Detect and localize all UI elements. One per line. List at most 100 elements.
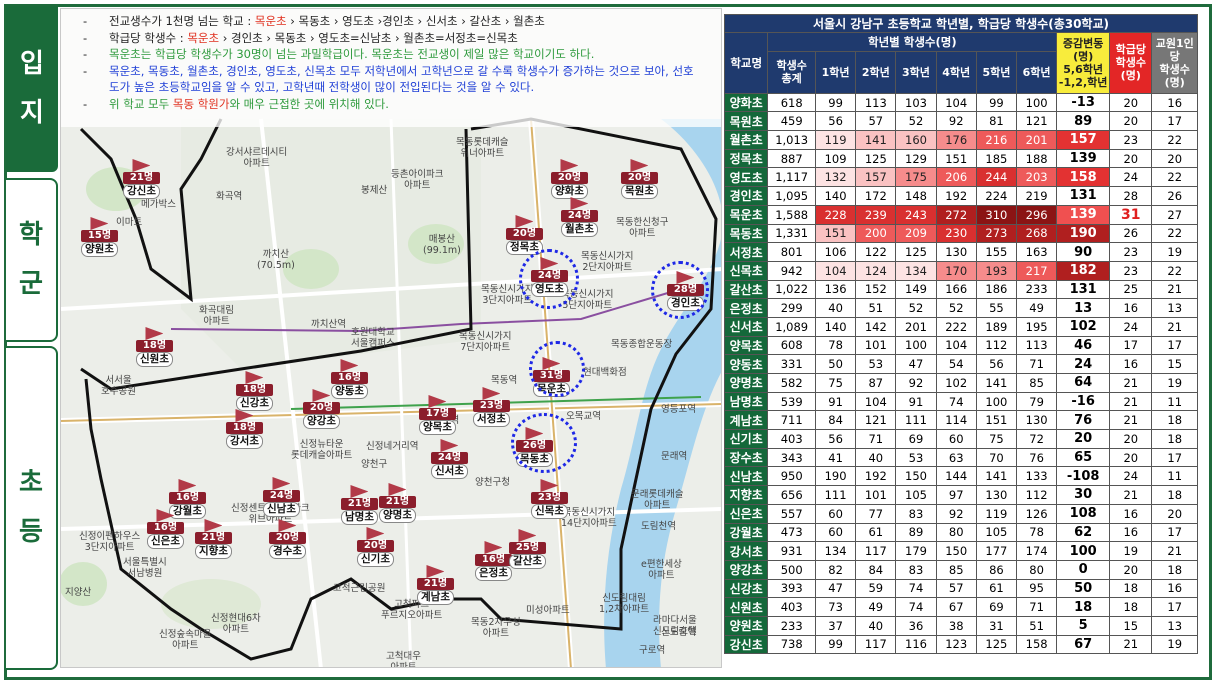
grade-cell: 142 [855, 316, 897, 337]
grade-cell: 57 [855, 111, 897, 132]
grade-cell: 217 [1015, 260, 1058, 281]
school-marker[interactable]: 16명 은정초 [475, 541, 512, 581]
grade-cell: 56 [975, 354, 1018, 374]
school-marker[interactable]: 20명 양화초 [551, 159, 588, 199]
grade-cell: 125 [855, 148, 897, 169]
school-marker[interactable]: 24명 신서초 [431, 439, 468, 479]
school-name-cell: 신남초 [723, 466, 769, 487]
district-map[interactable]: - 전교생수가 1천명 넘는 학교 : 목운초 › 목동초 › 영도초 ›경인초 … [60, 8, 722, 668]
grade-cell: 47 [895, 354, 937, 374]
grade-cell: 75 [975, 429, 1018, 449]
tab-school-district[interactable]: 학군 [6, 178, 58, 342]
grade-cell: 122 [855, 242, 897, 262]
school-name-cell: 목원초 [723, 111, 769, 132]
school-marker[interactable]: 18명 강서초 [226, 409, 263, 449]
grade-cell: 113 [855, 92, 897, 113]
school-marker[interactable]: 23명 서정초 [473, 387, 510, 427]
tab-elementary[interactable]: 초등 [6, 346, 58, 670]
school-class-size: 16명 [331, 372, 368, 384]
school-marker[interactable]: 17명 양목초 [419, 395, 456, 435]
per-teacher-cell: 22 [1151, 167, 1198, 188]
total-cell: 393 [767, 578, 816, 599]
school-marker[interactable]: 23명 신목초 [531, 479, 568, 519]
grade-cell: 73 [814, 597, 857, 617]
grade-cell: 85 [1015, 373, 1058, 393]
total-cell: 1,331 [767, 223, 816, 244]
grade-cell: 86 [975, 559, 1018, 580]
school-marker[interactable]: 21명 계남초 [417, 565, 454, 605]
school-marker[interactable]: 24명 월촌초 [561, 197, 598, 237]
school-marker[interactable]: 21명 지향초 [195, 519, 232, 559]
grade-cell: 71 [1015, 597, 1058, 617]
grade-cell: 61 [975, 578, 1018, 599]
per-class-cell: 31 [1109, 204, 1153, 225]
school-name-cell: 강신초 [723, 634, 769, 655]
school-marker[interactable]: 25명 갈산초 [509, 529, 546, 569]
map-place-label: 신정숲속마을 아파트 [159, 629, 212, 651]
total-cell: 1,117 [767, 167, 816, 188]
grade-cell: 151 [975, 410, 1018, 431]
map-place-label: 목동한신청구 아파트 [616, 217, 669, 239]
grade-cell: 40 [855, 447, 897, 468]
school-marker[interactable]: 21명 강신초 [123, 159, 160, 199]
grade-cell: 100 [975, 391, 1018, 412]
total-cell: 1,095 [767, 186, 816, 206]
tab-location[interactable]: 입지 [6, 6, 58, 172]
school-marker[interactable]: 18명 신원초 [136, 327, 173, 367]
school-name: 남명초 [341, 510, 378, 525]
school-marker[interactable]: 18명 신강초 [236, 371, 273, 411]
grade-cell: 52 [935, 298, 977, 318]
tab-char: 지 [20, 98, 44, 128]
grade-cell: 192 [855, 466, 897, 487]
school-marker[interactable]: 21명 남명초 [341, 485, 378, 525]
total-cell: 539 [767, 391, 816, 412]
school-marker[interactable]: 20명 목원초 [621, 159, 658, 199]
per-class-cell: 20 [1109, 92, 1153, 113]
grade-cell: 59 [855, 578, 897, 599]
school-marker[interactable]: 24명 신남초 [263, 477, 300, 517]
per-class-cell: 16 [1109, 503, 1153, 524]
per-teacher-cell: 21 [1151, 541, 1198, 561]
grade-cell: 57 [935, 578, 977, 599]
grade-cell: 56 [814, 111, 857, 132]
school-marker[interactable]: 20명 경수초 [269, 519, 306, 559]
total-cell: 582 [767, 373, 816, 393]
per-teacher-cell: 17 [1151, 597, 1198, 617]
school-marker[interactable]: 21명 양명초 [379, 483, 416, 523]
tab-char: 초 [19, 467, 43, 498]
per-teacher-cell: 26 [1151, 186, 1198, 206]
grade-cell: 174 [1015, 541, 1058, 561]
table-row: 강신초 738 99 117 116 123 125 158 67 21 19 [723, 634, 1198, 655]
school-flag-icon [482, 387, 501, 400]
total-cell: 950 [767, 466, 816, 487]
grade-cell: 222 [935, 316, 977, 337]
school-name-cell: 갈산초 [723, 279, 769, 300]
school-class-size: 24명 [561, 210, 598, 222]
per-class-cell: 25 [1109, 279, 1153, 300]
school-marker[interactable]: 20명 신기초 [357, 527, 394, 567]
per-class-cell: 24 [1109, 316, 1153, 337]
grade-cell: 134 [895, 260, 937, 281]
header-grade: 1학년 [814, 50, 857, 94]
school-class-size: 18명 [136, 340, 173, 352]
school-marker[interactable]: 20명 정목초 [506, 215, 543, 255]
grade-cell: 185 [975, 148, 1018, 169]
school-name-cell: 장수초 [723, 447, 769, 468]
school-marker[interactable]: 16명 신은초 [147, 509, 184, 549]
school-class-size: 20명 [303, 402, 340, 414]
school-flag-icon [350, 485, 369, 498]
grade-cell: 203 [1015, 167, 1058, 188]
grade-cell: 157 [855, 167, 897, 188]
variation-cell: 64 [1056, 373, 1111, 393]
school-marker[interactable]: 16명 양동초 [331, 359, 368, 399]
table-row: 신강초 393 47 59 74 57 61 95 50 18 16 [723, 578, 1198, 599]
map-place-label: 봉제산 [361, 185, 388, 196]
grade-cell: 206 [935, 167, 977, 188]
grade-cell: 119 [814, 130, 857, 150]
school-marker[interactable]: 15명 양원초 [81, 217, 118, 257]
note-line: 도가 높은 초등학교임을 알 수 있고, 고학년때 전학생이 많이 전입된다는 … [83, 79, 715, 96]
map-place-label: 목동신시가지 2단지아파트 [581, 251, 634, 273]
total-cell: 299 [767, 298, 816, 318]
grade-cell: 84 [814, 410, 857, 431]
map-place-label: 양천구 [361, 459, 388, 470]
